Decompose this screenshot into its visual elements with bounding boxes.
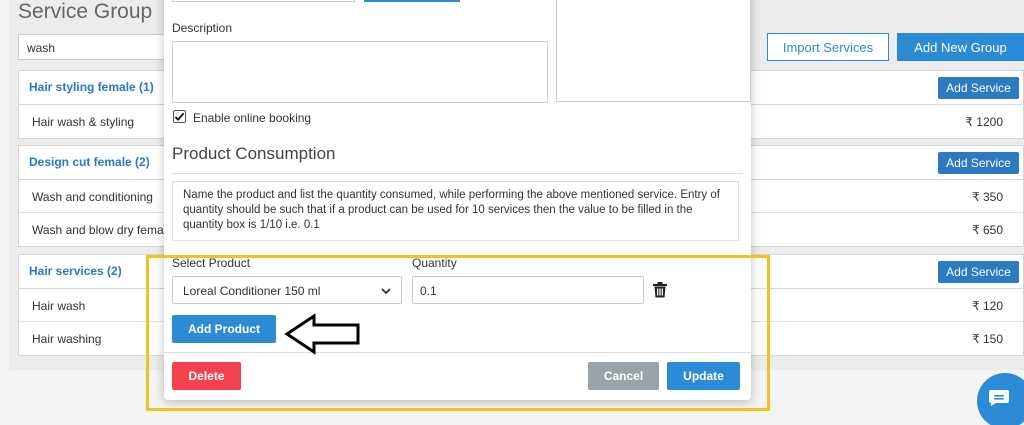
add-service-button[interactable]: Add Service — [938, 77, 1019, 99]
image-upload-area[interactable] — [556, 0, 751, 102]
trash-icon[interactable] — [653, 282, 667, 298]
online-booking-checkbox[interactable] — [173, 110, 186, 123]
service-price: ₹ 150 — [972, 332, 1003, 346]
add-service-button[interactable]: Add Service — [938, 261, 1019, 283]
product-select-value: Loreal Conditioner 150 ml — [183, 284, 321, 298]
edit-service-modal: Description Enable online booking Produc… — [164, 0, 751, 400]
left-arrow-icon — [284, 313, 360, 355]
service-name: Hair wash & styling — [32, 115, 135, 129]
quantity-input[interactable]: 0.1 — [412, 276, 644, 304]
chat-icon — [989, 390, 1009, 406]
select-product-label: Select Product — [172, 256, 251, 270]
service-price: ₹ 120 — [972, 299, 1003, 313]
description-label: Description — [172, 21, 233, 35]
delete-button[interactable]: Delete — [172, 362, 241, 390]
service-name-field[interactable] — [172, 0, 355, 2]
info-text: Name the product and list the quantity c… — [172, 181, 739, 241]
add-new-group-button[interactable]: Add New Group — [897, 33, 1024, 61]
check-icon — [174, 112, 185, 122]
service-price: ₹ 650 — [972, 223, 1003, 237]
service-price: ₹ 1200 — [965, 115, 1003, 129]
quantity-label: Quantity — [412, 256, 457, 270]
service-name: Wash and conditioning — [32, 190, 153, 204]
import-services-button[interactable]: Import Services — [767, 33, 889, 61]
top-action-button[interactable] — [364, 0, 460, 2]
add-service-button[interactable]: Add Service — [938, 152, 1019, 174]
service-name: Hair washing — [32, 332, 102, 346]
section-title: Product Consumption — [172, 144, 336, 163]
section-divider — [172, 173, 743, 174]
group-title[interactable]: Design cut female (2) — [29, 155, 150, 169]
cancel-button[interactable]: Cancel — [588, 362, 659, 390]
page-title: Service Group — [18, 0, 153, 23]
group-title[interactable]: Hair services (2) — [29, 264, 122, 278]
service-price: ₹ 350 — [972, 190, 1003, 204]
update-button[interactable]: Update — [667, 362, 740, 390]
product-select[interactable]: Loreal Conditioner 150 ml — [172, 276, 402, 304]
footer-divider — [164, 352, 751, 353]
service-name: Wash and blow dry femal — [32, 223, 167, 237]
chevron-down-icon — [381, 288, 391, 295]
service-name: Hair wash — [32, 299, 86, 313]
add-product-button[interactable]: Add Product — [172, 315, 276, 343]
search-input[interactable]: wash — [18, 34, 168, 60]
group-title[interactable]: Hair styling female (1) — [29, 80, 154, 94]
chat-launcher-button[interactable] — [977, 373, 1024, 425]
online-booking-label: Enable online booking — [193, 111, 312, 125]
description-textarea[interactable] — [172, 41, 548, 103]
